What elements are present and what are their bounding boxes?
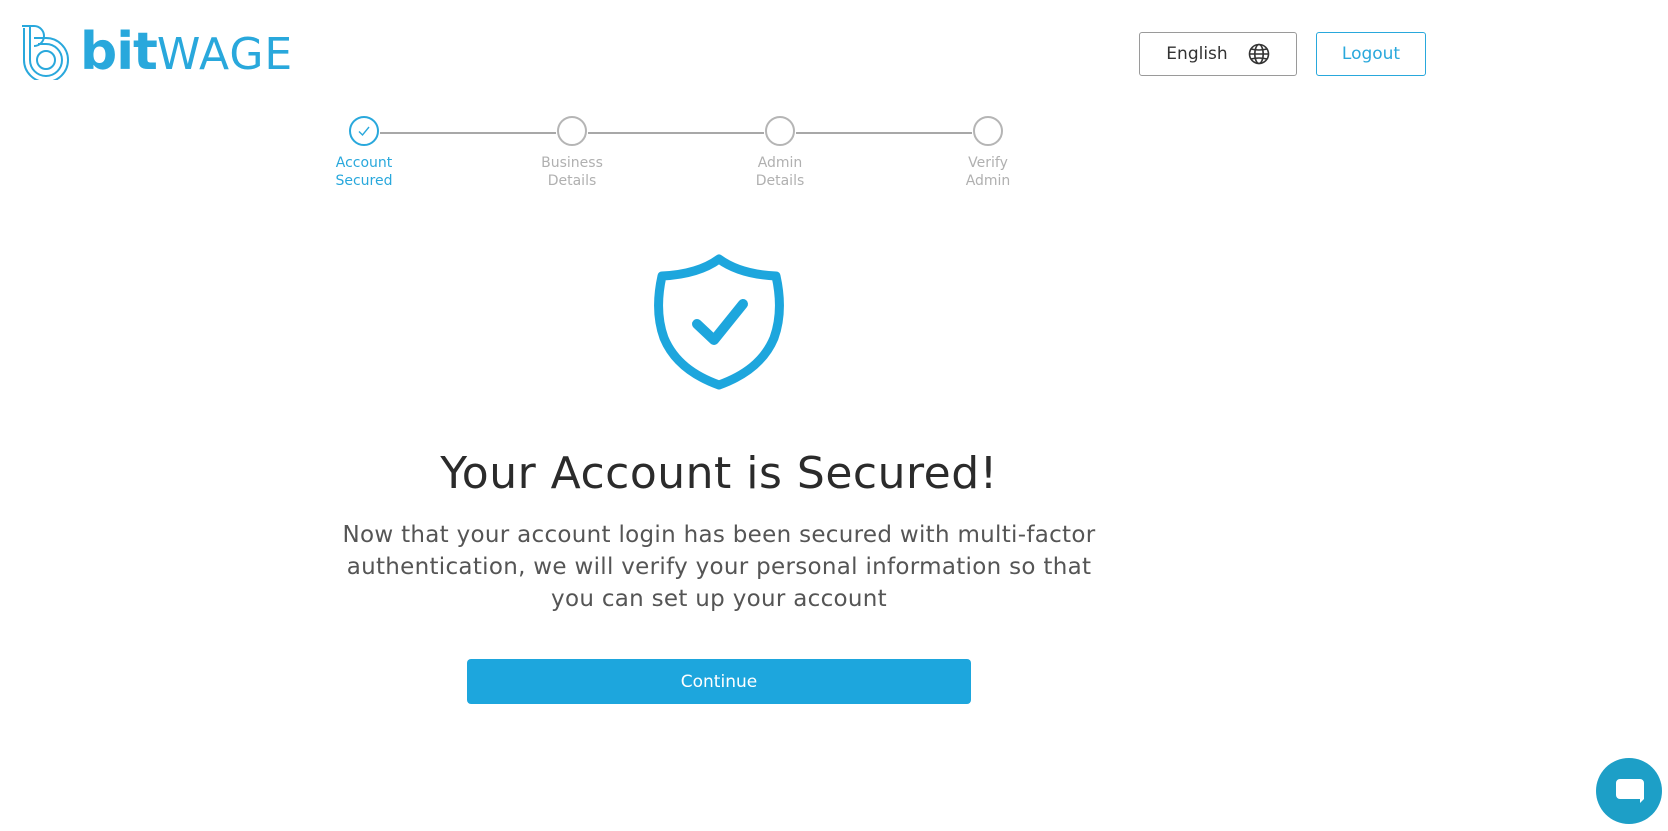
step-account-secured: Account Secured bbox=[304, 116, 424, 190]
step-circle-icon bbox=[973, 116, 1003, 146]
logo-bit: bit bbox=[80, 22, 158, 82]
shield-check-icon bbox=[654, 254, 784, 390]
step-admin-details: Admin Details bbox=[720, 116, 840, 190]
bitwage-logo-icon bbox=[22, 25, 69, 80]
language-label: English bbox=[1166, 44, 1228, 64]
page-title: Your Account is Secured! bbox=[440, 448, 998, 499]
step-label: Business Details bbox=[541, 155, 603, 189]
step-check-icon bbox=[349, 116, 379, 146]
step-label: Account Secured bbox=[335, 155, 393, 189]
continue-button[interactable]: Continue bbox=[467, 659, 971, 704]
page-description: Now that your account login has been sec… bbox=[342, 522, 1096, 612]
chat-bubble-icon bbox=[1616, 779, 1644, 803]
logo-wordmark: bitWAGE bbox=[80, 26, 293, 78]
onboarding-stepper: Account Secured Business Details Admin D… bbox=[326, 116, 1126, 206]
chat-widget-button[interactable] bbox=[1596, 758, 1662, 824]
logo-wage: WAGE bbox=[156, 29, 294, 80]
globe-icon bbox=[1248, 43, 1269, 65]
step-circle-icon bbox=[765, 116, 795, 146]
step-circle-icon bbox=[557, 116, 587, 146]
step-business-details: Business Details bbox=[512, 116, 632, 190]
bitwage-logo[interactable]: bitWAGE bbox=[20, 24, 293, 80]
language-selector-button[interactable]: English bbox=[1139, 32, 1297, 76]
step-label: Verify Admin bbox=[965, 155, 1011, 189]
logout-button[interactable]: Logout bbox=[1316, 32, 1426, 76]
step-label: Admin Details bbox=[755, 155, 805, 189]
step-verify-admin: Verify Admin bbox=[928, 116, 1048, 190]
